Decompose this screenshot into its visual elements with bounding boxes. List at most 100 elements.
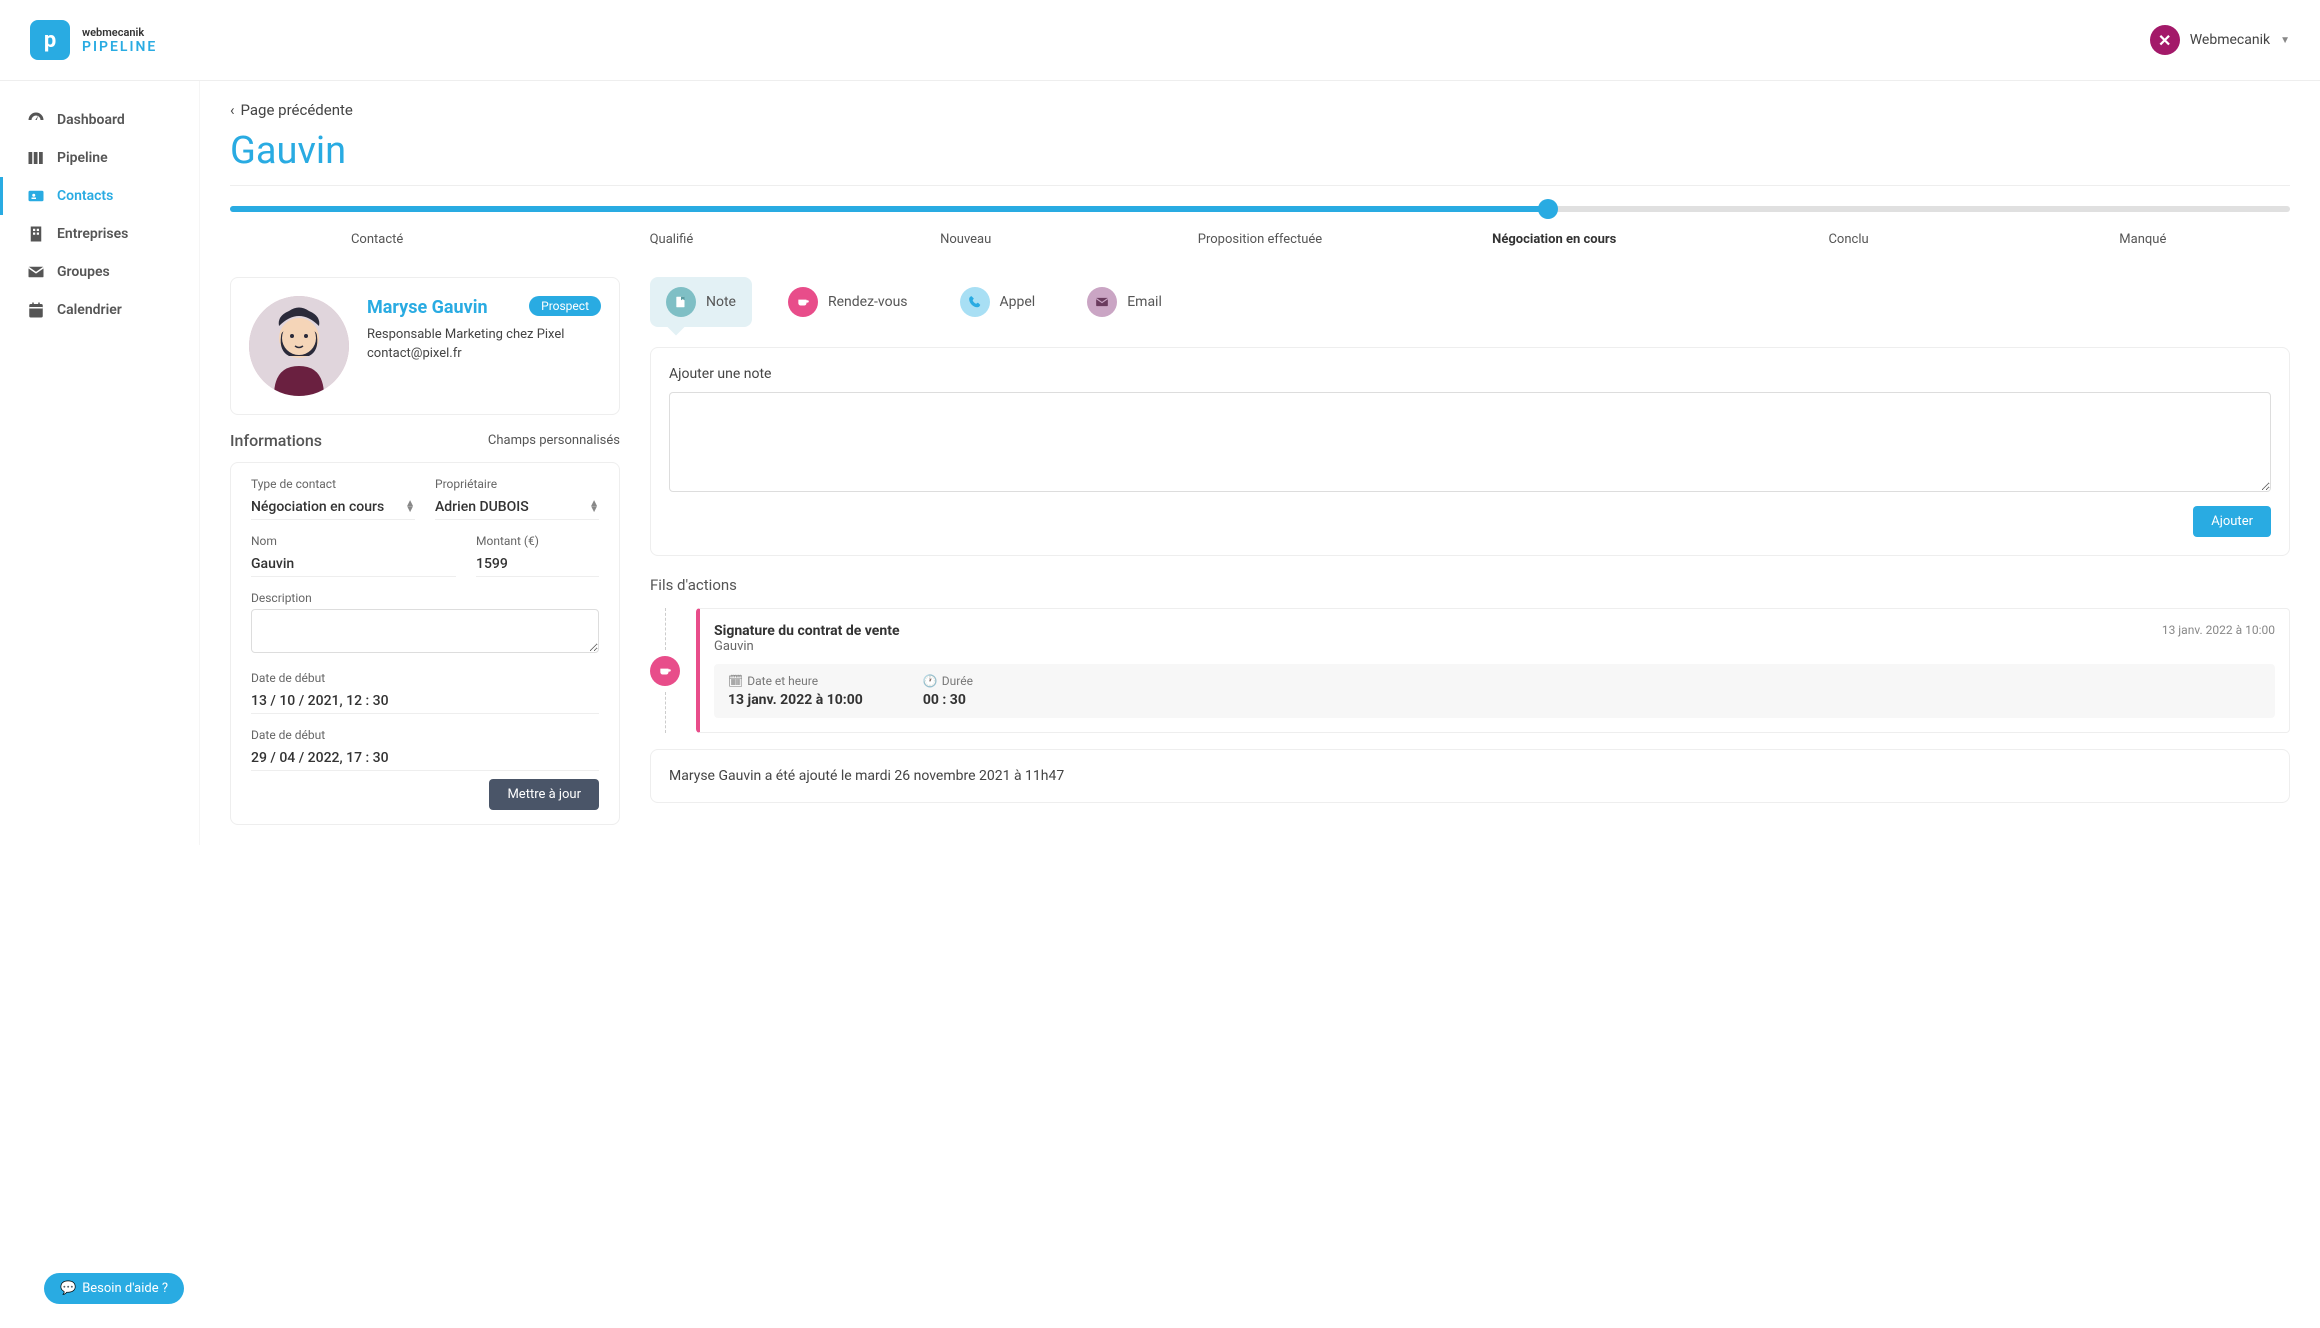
- pipeline-stage-nouveau[interactable]: Nouveau: [819, 232, 1113, 247]
- user-avatar-icon: ✕: [2150, 25, 2180, 55]
- timeline-card[interactable]: Signature du contrat de vente Gauvin 13 …: [696, 608, 2290, 733]
- envelope-icon: [1087, 287, 1117, 317]
- sidebar-item-entreprises[interactable]: Entreprises: [0, 215, 199, 253]
- amount-label: Montant (€): [476, 534, 599, 548]
- brand-name: webmecanik: [82, 26, 157, 39]
- help-button-label: Besoin d'aide ?: [82, 1281, 168, 1296]
- logo[interactable]: p webmecanik PIPELINE: [30, 20, 157, 60]
- sidebar-item-calendrier[interactable]: Calendrier: [0, 291, 199, 329]
- sidebar-item-label: Groupes: [57, 264, 110, 280]
- datetime-value: 13 janv. 2022 à 10:00: [728, 692, 863, 708]
- prospect-badge: Prospect: [529, 296, 601, 316]
- created-info-banner: Maryse Gauvin a été ajouté le mardi 26 n…: [650, 749, 2290, 803]
- timeline-card-title: Signature du contrat de vente: [714, 623, 900, 639]
- tab-call[interactable]: Appel: [944, 277, 1052, 327]
- pipeline-knob[interactable]: [1538, 199, 1558, 219]
- building-icon: [27, 225, 45, 243]
- tab-mail[interactable]: Email: [1071, 277, 1178, 327]
- tab-mail-label: Email: [1127, 294, 1162, 310]
- pipeline-stage-conclu[interactable]: Conclu: [1701, 232, 1995, 247]
- timeline-card-date: 13 janv. 2022 à 10:00: [2162, 623, 2275, 637]
- pipeline-progress-bar[interactable]: [230, 206, 2290, 212]
- chevron-down-icon: ▼: [2280, 35, 2290, 46]
- datetime-label: 🗓 Date et heure: [728, 674, 863, 688]
- columns-icon: [27, 149, 45, 167]
- type-select[interactable]: Négociation en cours ▲▼: [251, 495, 415, 520]
- pipeline-stage-proposition[interactable]: Proposition effectuée: [1113, 232, 1407, 247]
- tab-call-label: Appel: [1000, 294, 1036, 310]
- coffee-icon: [788, 287, 818, 317]
- dashboard-icon: [27, 111, 45, 129]
- pipeline-stages: Contacté Qualifié Nouveau Proposition ef…: [230, 206, 2290, 247]
- calendar-icon: 🗓: [728, 674, 743, 688]
- pipeline-stage-negociation[interactable]: Négociation en cours: [1407, 232, 1701, 247]
- name-input[interactable]: Gauvin: [251, 552, 456, 577]
- header: p webmecanik PIPELINE ✕ Webmecanik ▼: [0, 0, 2320, 81]
- action-tabs: Note Rendez-vous Appel Email: [650, 277, 2290, 327]
- sidebar-item-label: Calendrier: [57, 302, 122, 318]
- sidebar-item-groupes[interactable]: Groupes: [0, 253, 199, 291]
- tab-rdv[interactable]: Rendez-vous: [772, 277, 924, 327]
- contact-card: Prospect Maryse Gauvin Responsable Marke…: [230, 277, 620, 415]
- date1-input[interactable]: 13 / 10 / 2021, 12 : 30: [251, 689, 599, 714]
- add-note-button[interactable]: Ajouter: [2193, 506, 2271, 537]
- sidebar-item-dashboard[interactable]: Dashboard: [0, 101, 199, 139]
- sidebar: Dashboard Pipeline Contacts Entreprises …: [0, 81, 200, 845]
- timeline-card-subtitle: Gauvin: [714, 639, 900, 654]
- clock-icon: 🕐: [923, 674, 938, 688]
- date1-label: Date de début: [251, 671, 599, 685]
- info-section-title: Informations: [230, 431, 322, 450]
- tab-note-label: Note: [706, 294, 736, 310]
- contact-email[interactable]: contact@pixel.fr: [367, 346, 601, 361]
- custom-fields-link[interactable]: Champs personnalisés: [488, 433, 620, 448]
- user-menu[interactable]: ✕ Webmecanik ▼: [2150, 25, 2290, 55]
- note-icon: [666, 287, 696, 317]
- duration-value: 00 : 30: [923, 692, 973, 708]
- tab-note[interactable]: Note: [650, 277, 752, 327]
- chevron-left-icon: ‹: [230, 101, 235, 119]
- contact-avatar: [249, 296, 349, 396]
- note-textarea[interactable]: [669, 392, 2271, 492]
- sidebar-item-contacts[interactable]: Contacts: [0, 177, 199, 215]
- phone-icon: [960, 287, 990, 317]
- back-link[interactable]: ‹ Page précédente: [230, 101, 2290, 119]
- timeline-item: Signature du contrat de vente Gauvin 13 …: [650, 608, 2290, 733]
- user-name-label: Webmecanik: [2190, 32, 2270, 48]
- pipeline-stage-manque[interactable]: Manqué: [1996, 232, 2290, 247]
- chat-icon: 💬: [60, 1281, 76, 1296]
- owner-label: Propriétaire: [435, 477, 599, 491]
- timeline-title: Fils d'actions: [650, 576, 2290, 594]
- date2-label: Date de début: [251, 728, 599, 742]
- update-button[interactable]: Mettre à jour: [489, 779, 599, 810]
- contact-role: Responsable Marketing chez Pixel: [367, 327, 601, 342]
- description-textarea[interactable]: [251, 609, 599, 653]
- help-button[interactable]: 💬 Besoin d'aide ?: [44, 1273, 184, 1304]
- note-panel-title: Ajouter une note: [669, 366, 2271, 382]
- product-name: PIPELINE: [82, 39, 157, 55]
- calendar-icon: [27, 301, 45, 319]
- sort-icon: ▲▼: [405, 501, 415, 513]
- info-box: Type de contact Négociation en cours ▲▼ …: [230, 462, 620, 825]
- coffee-icon: [650, 656, 680, 686]
- desc-label: Description: [251, 591, 599, 605]
- sidebar-item-pipeline[interactable]: Pipeline: [0, 139, 199, 177]
- sidebar-item-label: Entreprises: [57, 226, 128, 242]
- name-label: Nom: [251, 534, 456, 548]
- sidebar-item-label: Contacts: [57, 188, 113, 204]
- id-card-icon: [27, 187, 45, 205]
- sort-icon: ▲▼: [589, 501, 599, 513]
- envelope-icon: [27, 263, 45, 281]
- sidebar-item-label: Pipeline: [57, 150, 108, 166]
- pipeline-stage-contacte[interactable]: Contacté: [230, 232, 524, 247]
- owner-select[interactable]: Adrien DUBOIS ▲▼: [435, 495, 599, 520]
- duration-label: 🕐 Durée: [923, 674, 973, 688]
- page-title: Gauvin: [230, 129, 2290, 186]
- back-link-label: Page précédente: [241, 101, 353, 119]
- pipeline-stage-qualifie[interactable]: Qualifié: [524, 232, 818, 247]
- note-panel: Ajouter une note Ajouter: [650, 347, 2290, 556]
- type-label: Type de contact: [251, 477, 415, 491]
- date2-input[interactable]: 29 / 04 / 2022, 17 : 30: [251, 746, 599, 771]
- amount-input[interactable]: 1599: [476, 552, 599, 577]
- logo-icon: p: [30, 20, 70, 60]
- tab-rdv-label: Rendez-vous: [828, 294, 908, 310]
